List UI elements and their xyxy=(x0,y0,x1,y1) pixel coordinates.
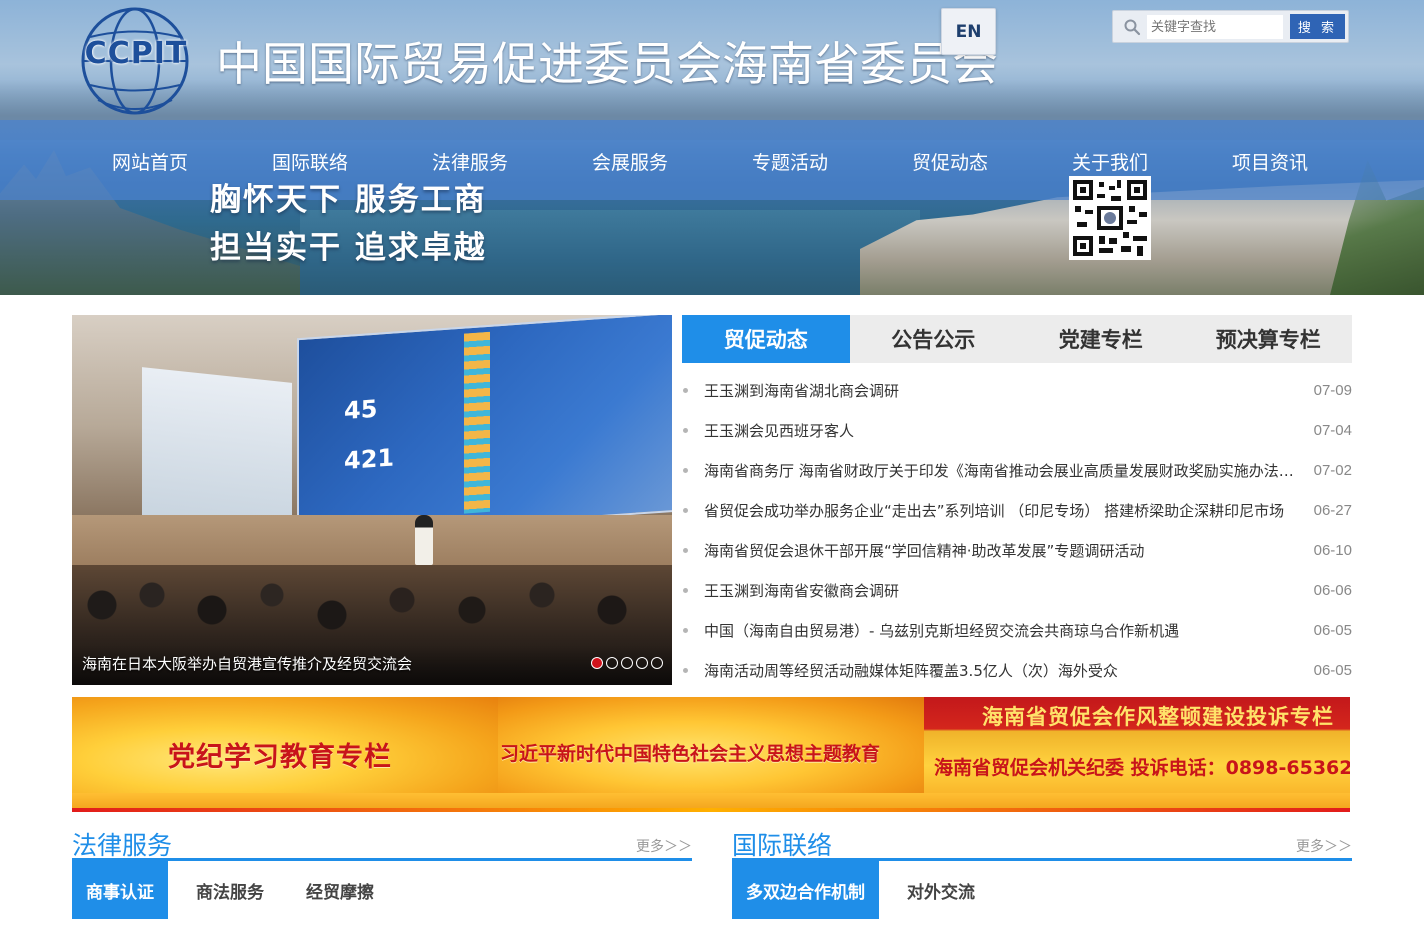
news-date: 07-02 xyxy=(1313,461,1352,479)
tab-commercial-law-services[interactable]: 商法服务 xyxy=(182,861,278,919)
promo-banner-label: 党纪学习教育专栏 xyxy=(168,742,392,773)
news-item[interactable]: 王玉渊到海南省湖北商会调研 07-09 xyxy=(682,370,1352,410)
news-title[interactable]: 海南省贸促会退休干部开展“学回信精神·助改革发展”专题调研活动 xyxy=(704,540,1310,561)
nav-item-legal-services[interactable]: 法律服务 xyxy=(432,148,508,175)
slogan: 胸怀天下 服务工商 担当实干 追求卓越 xyxy=(210,176,487,272)
carousel-dot[interactable] xyxy=(651,657,663,669)
section-sub-tabs: 商事认证 商法服务 经贸摩擦 xyxy=(72,861,388,919)
news-date: 06-05 xyxy=(1313,621,1352,639)
bullet-icon xyxy=(683,427,688,433)
search-input[interactable] xyxy=(1147,15,1283,39)
news-item[interactable]: 王玉渊到海南省安徽商会调研 06-06 xyxy=(682,570,1352,610)
more-link[interactable]: 更多＞＞ xyxy=(1296,836,1352,856)
news-title[interactable]: 王玉渊会见西班牙客人 xyxy=(704,420,1310,441)
news-item[interactable]: 中国（海南自由贸易港）- 乌兹别克斯坦经贸交流会共商琼乌合作新机遇 06-05 xyxy=(682,610,1352,650)
news-item[interactable]: 王玉渊会见西班牙客人 07-04 xyxy=(682,410,1352,450)
carousel-photo-side-screen xyxy=(142,367,292,533)
news-tabs: 贸促动态 公告公示 党建专栏 预决算专栏 xyxy=(682,315,1352,363)
nav-item-home[interactable]: 网站首页 xyxy=(112,148,188,175)
news-date: 07-09 xyxy=(1313,381,1352,399)
section-title[interactable]: 国际联络 xyxy=(732,826,832,862)
carousel-dot[interactable] xyxy=(621,657,633,669)
promo-banner-complaints[interactable]: 海南省贸促会作风整顿建设投诉专栏 海南省贸促会机关纪委 投诉电话：0898-65… xyxy=(924,697,1350,811)
tab-trade-friction[interactable]: 经贸摩擦 xyxy=(292,861,388,919)
carousel-pagination xyxy=(591,657,663,669)
tab-budget[interactable]: 预决算专栏 xyxy=(1185,315,1353,363)
tab-announcements[interactable]: 公告公示 xyxy=(850,315,1018,363)
screen-number-1: 45 xyxy=(344,394,378,425)
news-carousel[interactable]: 45 421 海南在日本大阪举办自贸港宣传推介及经贸交流会 xyxy=(72,315,672,685)
tab-trade-news[interactable]: 贸促动态 xyxy=(682,315,850,363)
nav-item-exhibition-services[interactable]: 会展服务 xyxy=(592,148,668,175)
tab-party-building[interactable]: 党建专栏 xyxy=(1017,315,1185,363)
search-box: 搜 索 xyxy=(1112,10,1349,43)
news-list: 王玉渊到海南省湖北商会调研 07-09 王玉渊会见西班牙客人 07-04 海南省商务… xyxy=(682,370,1352,690)
logo-text: CCPIT xyxy=(84,36,188,71)
nav-item-international-liaison[interactable]: 国际联络 xyxy=(272,148,348,175)
carousel-dot[interactable] xyxy=(606,657,618,669)
news-date: 07-04 xyxy=(1313,421,1352,439)
news-item[interactable]: 海南活动周等经贸活动融媒体矩阵覆盖3.5亿人（次）海外受众 06-05 xyxy=(682,650,1352,690)
news-title[interactable]: 中国（海南自由贸易港）- 乌兹别克斯坦经贸交流会共商琼乌合作新机遇 xyxy=(704,620,1310,641)
english-language-button[interactable]: EN xyxy=(941,8,996,55)
promo-banners: 党纪学习教育专栏 习近平新时代中国特色社会主义思想主题教育 海南省贸促会作风整顿… xyxy=(72,697,1350,811)
search-icon xyxy=(1124,19,1141,36)
slogan-line-2: 担当实干 追求卓越 xyxy=(210,230,487,266)
tab-commercial-certification[interactable]: 商事认证 xyxy=(72,861,168,919)
news-item[interactable]: 海南省贸促会退休干部开展“学回信精神·助改革发展”专题调研活动 06-10 xyxy=(682,530,1352,570)
news-item[interactable]: 海南省商务厅 海南省财政厅关于印发《海南省推动会展业高质量发展财政奖励实施办法》… xyxy=(682,450,1352,490)
bullet-icon xyxy=(683,667,688,673)
bullet-icon xyxy=(683,627,688,633)
nav-item-special-events[interactable]: 专题活动 xyxy=(752,148,828,175)
screen-tower-graphic xyxy=(464,331,490,514)
news-date: 06-06 xyxy=(1313,581,1352,599)
bullet-icon xyxy=(683,547,688,553)
news-title[interactable]: 海南活动周等经贸活动融媒体矩阵覆盖3.5亿人（次）海外受众 xyxy=(704,660,1310,681)
more-link[interactable]: 更多＞＞ xyxy=(636,836,692,856)
nav-item-news[interactable]: 贸促动态 xyxy=(912,148,988,175)
bullet-icon xyxy=(683,467,688,473)
section-international-liaison: 国际联络 更多＞＞ 多双边合作机制 对外交流 xyxy=(732,820,1352,933)
promo-banner-title: 海南省贸促会作风整顿建设投诉专栏 xyxy=(982,705,1334,729)
news-title[interactable]: 海南省商务厅 海南省财政厅关于印发《海南省推动会展业高质量发展财政奖励实施办法》… xyxy=(704,460,1310,481)
nav-item-projects[interactable]: 项目资讯 xyxy=(1232,148,1308,175)
bullet-icon xyxy=(683,387,688,393)
bullet-icon xyxy=(683,587,688,593)
tab-external-exchanges[interactable]: 对外交流 xyxy=(893,861,989,919)
header-banner: CCPIT 中国国际贸易促进委员会海南省委员会 EN 搜 索 网站首页 国际联络… xyxy=(0,0,1424,295)
news-title[interactable]: 王玉渊到海南省湖北商会调研 xyxy=(704,380,1310,401)
slogan-line-1: 胸怀天下 服务工商 xyxy=(210,182,487,218)
promo-banner-phone: 海南省贸促会机关纪委 投诉电话：0898-65362960 xyxy=(934,757,1350,779)
carousel-dot[interactable] xyxy=(636,657,648,669)
carousel-dot[interactable] xyxy=(591,657,603,669)
promo-banner-label: 习近平新时代中国特色社会主义思想主题教育 xyxy=(500,743,881,765)
nav-item-about-us[interactable]: 关于我们 xyxy=(1072,148,1148,175)
news-title[interactable]: 省贸促会成功举办服务企业“走出去”系列培训 （印尼专场） 搭建桥梁助企深耕印尼市… xyxy=(704,500,1310,521)
carousel-photo-speaker xyxy=(415,515,433,565)
promo-banner-party-discipline[interactable]: 党纪学习教育专栏 xyxy=(72,697,498,811)
news-date: 06-10 xyxy=(1313,541,1352,559)
site-title: 中国国际贸易促进委员会海南省委员会 xyxy=(216,37,998,91)
news-item[interactable]: 省贸促会成功举办服务企业“走出去”系列培训 （印尼专场） 搭建桥梁助企深耕印尼市… xyxy=(682,490,1352,530)
qr-code-icon xyxy=(1069,176,1151,260)
section-title[interactable]: 法律服务 xyxy=(72,826,172,862)
promo-banner-theme-education[interactable]: 习近平新时代中国特色社会主义思想主题教育 xyxy=(498,697,924,811)
news-date: 06-05 xyxy=(1313,661,1352,679)
carousel-caption[interactable]: 海南在日本大阪举办自贸港宣传推介及经贸交流会 xyxy=(82,653,412,674)
bullet-icon xyxy=(683,507,688,513)
promo-divider xyxy=(72,808,1350,812)
section-legal-services: 法律服务 更多＞＞ 商事认证 商法服务 经贸摩擦 xyxy=(72,820,692,933)
tab-cooperation-mechanisms[interactable]: 多双边合作机制 xyxy=(732,861,879,919)
screen-number-2: 421 xyxy=(344,443,395,475)
carousel-photo-main-screen: 45 421 xyxy=(297,315,672,539)
news-title[interactable]: 王玉渊到海南省安徽商会调研 xyxy=(704,580,1310,601)
section-sub-tabs: 多双边合作机制 对外交流 xyxy=(732,861,989,919)
search-button[interactable]: 搜 索 xyxy=(1290,14,1345,39)
news-date: 06-27 xyxy=(1313,501,1352,519)
